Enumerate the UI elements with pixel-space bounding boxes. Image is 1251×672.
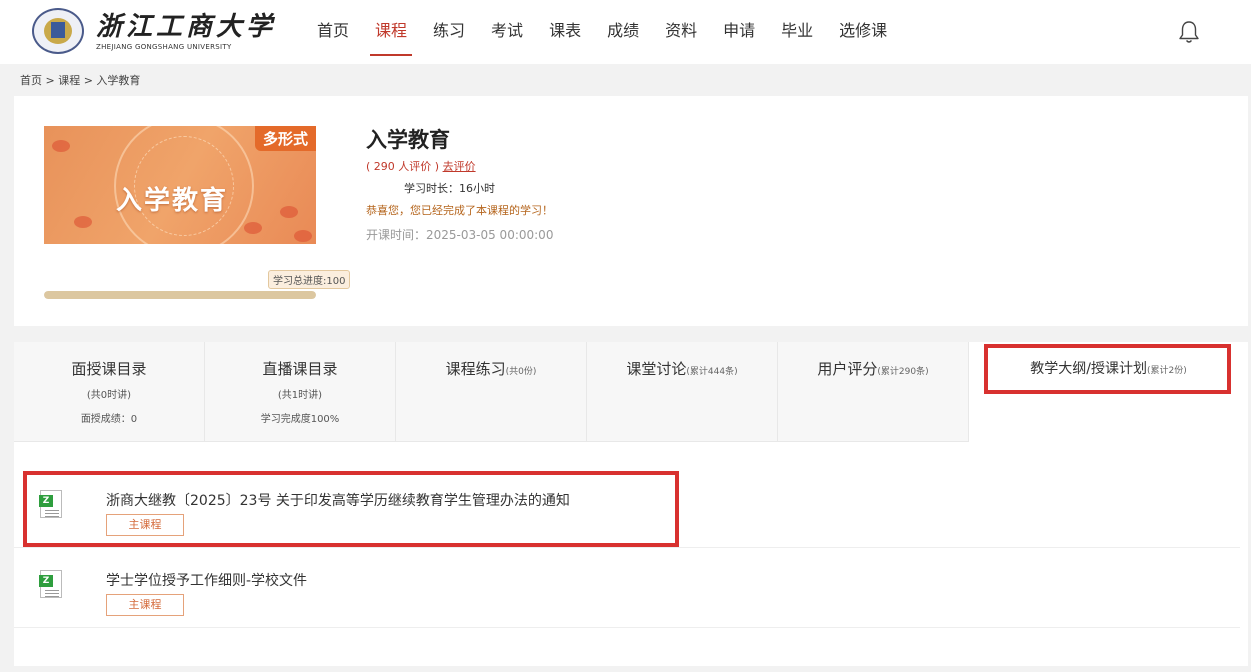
tab-course-practice[interactable]: 课程练习(共0份) xyxy=(396,342,587,442)
course-cover-image: 多形式 入学教育 xyxy=(44,126,316,244)
logo-english-name: ZHEJIANG GONGSHANG UNIVERSITY xyxy=(96,42,232,51)
zip-file-icon: Z xyxy=(39,490,62,518)
nav-apply[interactable]: 申请 xyxy=(710,0,768,64)
course-info: 入学教育 ( 290 人评价 ) 去评价 学习时长：16小时 恭喜您，您已经完成… xyxy=(366,124,553,243)
nav-timetable[interactable]: 课表 xyxy=(536,0,594,64)
document-title[interactable]: 学士学位授予工作细则-学校文件 xyxy=(106,570,307,590)
nav-exam[interactable]: 考试 xyxy=(478,0,536,64)
tab-user-ratings[interactable]: 用户评分(累计290条) xyxy=(778,342,969,442)
syllabus-tab-highlight xyxy=(984,344,1231,394)
top-header: 浙江工商大学 ZHEJIANG GONGSHANG UNIVERSITY 首页 … xyxy=(0,0,1251,64)
document-list: Z 浙商大继教〔2025〕23号 关于印发高等学历继续教育学生管理办法的通知 主… xyxy=(14,468,1240,628)
course-rating: ( 290 人评价 ) 去评价 xyxy=(366,158,553,174)
study-time: 学习时长：16小时 xyxy=(404,182,495,195)
cover-format-tag: 多形式 xyxy=(254,126,316,151)
main-course-tag: 主课程 xyxy=(106,594,184,616)
tab-live-catalog[interactable]: 直播课目录 (共1时讲) 学习完成度100% xyxy=(205,342,396,442)
completion-message: 恭喜您，您已经完成了本课程的学习！ xyxy=(366,204,553,217)
university-seal-icon xyxy=(32,8,84,54)
course-title: 入学教育 xyxy=(366,128,450,152)
rate-course-link[interactable]: 去评价 xyxy=(443,160,476,173)
document-title[interactable]: 浙商大继教〔2025〕23号 关于印发高等学历继续教育学生管理办法的通知 xyxy=(106,490,570,510)
nav-practice[interactable]: 练习 xyxy=(420,0,478,64)
start-time: 开课时间：2025-03-05 00:00:00 xyxy=(366,228,554,242)
cover-title: 入学教育 xyxy=(116,186,229,216)
nav-materials[interactable]: 资料 xyxy=(652,0,710,64)
bell-icon[interactable] xyxy=(1178,20,1200,44)
breadcrumb: 首页 > 课程 > 入学教育 xyxy=(20,74,141,87)
tab-class-discussion[interactable]: 课堂讨论(累计444条) xyxy=(587,342,778,442)
progress-bar xyxy=(44,291,316,299)
nav-home[interactable]: 首页 xyxy=(304,0,362,64)
progress-label: 学习总进度:100 xyxy=(268,270,351,289)
zip-file-icon: Z xyxy=(39,570,62,598)
document-item[interactable]: Z 学士学位授予工作细则-学校文件 主课程 xyxy=(14,548,1240,628)
nav-electives[interactable]: 选修课 xyxy=(826,0,900,64)
main-nav: 首页 课程 练习 考试 课表 成绩 资料 申请 毕业 选修课 xyxy=(304,0,900,64)
logo-chinese-name: 浙江工商大学 xyxy=(96,11,277,42)
nav-graduation[interactable]: 毕业 xyxy=(768,0,826,64)
main-course-tag: 主课程 xyxy=(106,514,184,536)
progress-fill xyxy=(44,291,316,299)
course-card: 多形式 入学教育 学习总进度:100 入学教育 ( 290 人评价 ) 去评价 … xyxy=(14,96,1248,326)
nav-grades[interactable]: 成绩 xyxy=(594,0,652,64)
university-logo[interactable]: 浙江工商大学 ZHEJIANG GONGSHANG UNIVERSITY xyxy=(32,8,276,54)
rating-count: ( 290 人评价 ) xyxy=(366,160,440,173)
document-item[interactable]: Z 浙商大继教〔2025〕23号 关于印发高等学历继续教育学生管理办法的通知 主… xyxy=(14,468,1240,548)
tab-face-to-face-catalog[interactable]: 面授课目录 (共0时讲) 面授成绩：0 xyxy=(14,342,205,442)
nav-courses[interactable]: 课程 xyxy=(362,0,420,64)
